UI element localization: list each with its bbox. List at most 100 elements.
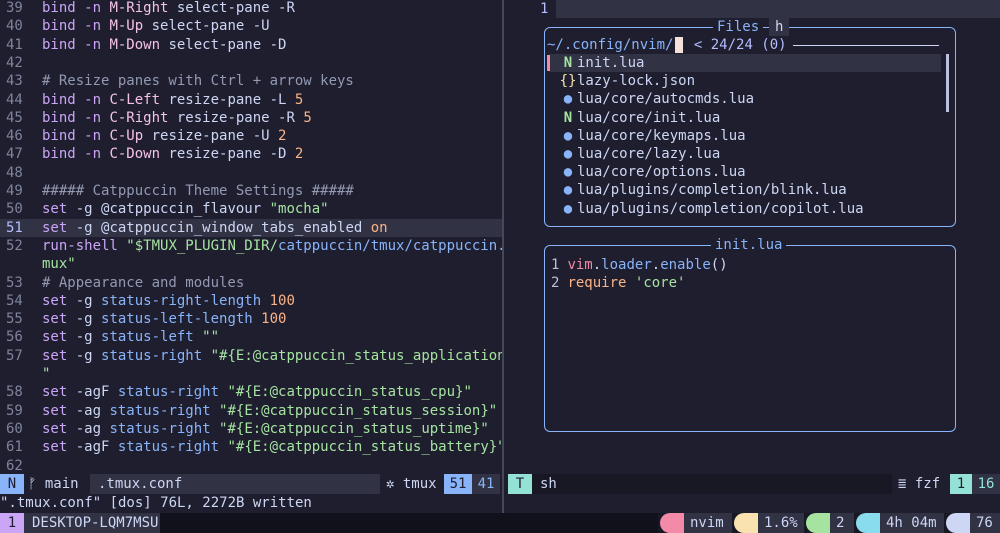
code-line[interactable]: 46 bind -n C-Up resize-pane -U 2 [0, 127, 502, 145]
files-picker[interactable]: Files h ~/.config/nvim/ < 24/24 (0) Nini… [544, 18, 956, 227]
line-number: 45 [6, 109, 23, 126]
git-branch-icon: ᚠ [28, 476, 37, 492]
code-token: set [42, 329, 68, 346]
window-name[interactable]: DESKTOP-LQM7MSU [24, 513, 160, 533]
file-name: lua/core/init.lua [577, 109, 721, 126]
code-line[interactable]: 60 set -ag status-right "#{E:@catppuccin_… [0, 420, 502, 438]
code-line[interactable]: 61 set -agF status-right "#{E:@catppuccin… [0, 438, 502, 456]
code-token: -agF [67, 439, 118, 456]
file-list-item[interactable]: ● lua/plugins/completion/copilot.lua [549, 200, 941, 218]
file-list-item[interactable]: Ninit.lua [547, 54, 941, 73]
code-token: "$TMUX_PLUGIN_DIR/ [126, 237, 279, 254]
code-token: catppuccin/tmux/catppuccin.t [278, 237, 502, 254]
window-index[interactable]: 1 [0, 513, 24, 533]
file-name: lua/plugins/completion/blink.lua [577, 182, 847, 199]
code-token: require [567, 275, 627, 292]
file-list-item[interactable]: ● lua/core/keymaps.lua [549, 127, 941, 145]
battery-icon [946, 513, 970, 533]
cpu-usage: 1.6% [758, 513, 804, 533]
code-line[interactable]: 50 set -g @catppuccin_flavour "mocha" [0, 200, 502, 218]
code-token: "mocha" [269, 201, 329, 218]
code-line[interactable]: 49 ##### Catppuccin Theme Settings ##### [0, 182, 502, 200]
git-branch-name: main [44, 476, 79, 492]
file-list-item[interactable]: ● lua/plugins/completion/blink.lua [549, 181, 941, 199]
code-line[interactable]: 56 set -g status-left "" [0, 328, 502, 346]
terminal-pane[interactable]: 1 Files h ~/.config/nvim/ < 24/24 (0) Ni… [504, 0, 1000, 474]
file-name: lua/core/options.lua [577, 164, 746, 181]
code-line[interactable]: 52 run-shell "$TMUX_PLUGIN_DIR/catppuccin… [0, 237, 502, 255]
match-count: < 24/24 (0) [693, 37, 787, 53]
terminal-cursor-line: 1 [950, 474, 972, 494]
file-name: lua/plugins/completion/copilot.lua [577, 200, 864, 217]
code-token: select-pane -U [143, 18, 270, 35]
line-number: 41 [6, 36, 23, 53]
files-scrollbar[interactable] [946, 54, 949, 112]
code-line[interactable]: 41 bind -n M-Down select-pane -D [0, 36, 502, 54]
line-number: 40 [6, 18, 23, 35]
code-token: set [42, 439, 68, 456]
code-line[interactable]: 48 [0, 164, 502, 182]
code-line[interactable]: 62 [0, 457, 502, 475]
file-list-item[interactable]: {}lazy-lock.json [549, 72, 941, 90]
code-token: M-Down [109, 36, 161, 53]
code-token: select-pane -D [160, 36, 287, 53]
code-line[interactable]: 59 set -ag status-right "#{E:@catppuccin_… [0, 402, 502, 420]
code-token: status-right-length [101, 292, 262, 309]
code-token: bind -n [42, 91, 110, 108]
code-line[interactable]: 45 bind -n C-Right resize-pane -R 5 [0, 109, 502, 127]
code-line[interactable]: 43 # Resize panes with Ctrl + arrow keys [0, 72, 502, 90]
code-line[interactable]: 47 bind -n C-Down resize-pane -D 2 [0, 145, 502, 163]
code-line[interactable]: " [0, 365, 502, 383]
code-token: -g [67, 311, 102, 328]
code-line[interactable]: 44 bind -n C-Left resize-pane -L 5 [0, 91, 502, 109]
file-name: lua/core/lazy.lua [577, 146, 721, 162]
code-token: -g @catppuccin_flavour [67, 201, 270, 218]
file-name: lua/core/autocmds.lua [577, 91, 755, 108]
code-line[interactable]: 40 bind -n M-Up select-pane -U [0, 17, 502, 35]
line-number: 49 [6, 183, 23, 199]
line-number: 60 [6, 420, 23, 437]
code-line[interactable]: 39 bind -n M-Right select-pane -R [0, 0, 502, 17]
file-name: init.lua [577, 55, 645, 71]
code-token: bind -n [42, 128, 110, 145]
code-token: -ag [67, 402, 110, 419]
code-line[interactable]: 57 set -g status-right "#{E:@catppuccin_s… [0, 347, 502, 365]
line-number: 62 [6, 457, 23, 474]
line-number: 44 [6, 91, 23, 108]
code-token: resize-pane -D [160, 146, 295, 163]
file-name: lazy-lock.json [577, 73, 696, 90]
terminal-mode-indicator: T [508, 474, 532, 494]
code-token: status-left-length [101, 311, 253, 328]
selection-marker [547, 55, 550, 71]
code-token: set [42, 201, 68, 218]
code-token: resize-pane -R [168, 109, 304, 126]
file-list-item[interactable]: Nlua/core/init.lua [549, 109, 941, 127]
code-token: status-right [109, 420, 211, 437]
line-number: 46 [6, 128, 23, 145]
file-list-item[interactable]: ● lua/core/options.lua [549, 163, 941, 181]
code-line[interactable]: 55 set -g status-left-length 100 [0, 310, 502, 328]
text-cursor [675, 37, 684, 53]
editor-pane[interactable]: 39 bind -n M-Right select-pane -R 40 bind -… [0, 0, 502, 474]
line-number: 39 [6, 0, 23, 16]
json-file-icon: {} [559, 73, 577, 90]
code-line[interactable]: 54 set -g status-right-length 100 [0, 292, 502, 310]
code-token: set [42, 384, 68, 401]
code-token: -g [67, 329, 102, 346]
line-number: 42 [6, 54, 23, 71]
code-line[interactable]: mux" [0, 255, 502, 273]
file-list-item[interactable]: ● lua/core/lazy.lua [549, 145, 941, 163]
terminal-line-number: 1 [540, 1, 549, 17]
code-line[interactable]: 51 set -g @catppuccin_window_tabs_enabled… [0, 218, 502, 237]
code-token: loader [601, 257, 652, 273]
line-number: 58 [6, 384, 23, 401]
code-line[interactable]: 53 # Appearance and modules [0, 274, 502, 292]
file-list-item[interactable]: ● lua/core/autocmds.lua [549, 90, 941, 108]
terminal-cursorline [556, 0, 1000, 18]
line-number: 47 [6, 146, 23, 163]
code-token: C-Left [109, 91, 161, 108]
code-token: " [42, 366, 51, 382]
code-line[interactable]: 42 [0, 54, 502, 72]
code-line[interactable]: 58 set -agF status-right "#{E:@catppuccin… [0, 383, 502, 401]
line-number: 51 [6, 219, 23, 236]
